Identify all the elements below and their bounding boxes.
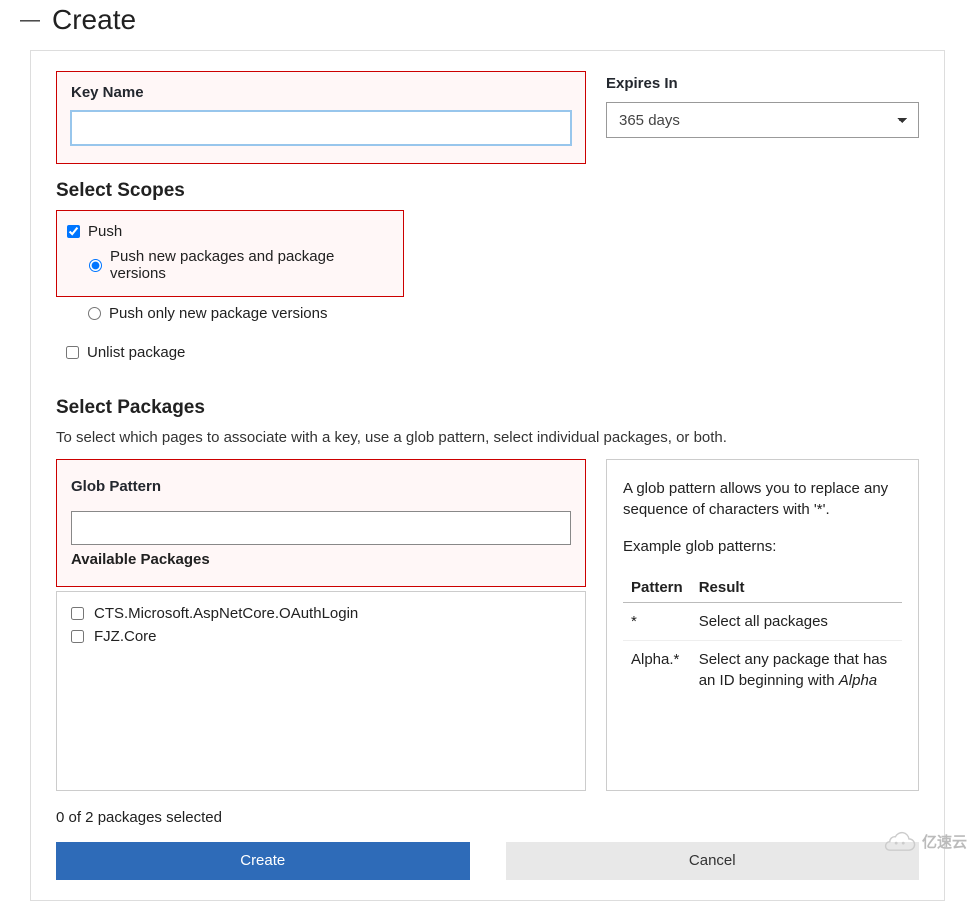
- available-packages-label: Available Packages: [71, 551, 571, 568]
- cell-result: Select any package that has an ID beginn…: [691, 640, 902, 699]
- glob-help-intro: A glob pattern allows you to replace any…: [623, 478, 902, 520]
- package-name: FJZ.Core: [94, 628, 157, 645]
- glob-pattern-label: Glob Pattern: [71, 478, 571, 495]
- unlist-label: Unlist package: [87, 344, 185, 361]
- package-item: CTS.Microsoft.AspNetCore.OAuthLogin: [71, 602, 571, 625]
- select-scopes-title: Select Scopes: [56, 180, 919, 202]
- glob-help-panel: A glob pattern allows you to replace any…: [606, 459, 919, 791]
- push-only-label: Push only new package versions: [109, 305, 327, 322]
- packages-selected-count: 0 of 2 packages selected: [56, 809, 919, 826]
- unlist-checkbox[interactable]: [66, 346, 79, 359]
- package-name: CTS.Microsoft.AspNetCore.OAuthLogin: [94, 605, 358, 622]
- package-checkbox[interactable]: [71, 607, 84, 620]
- expires-label: Expires In: [606, 75, 919, 92]
- push-only-radio[interactable]: [88, 307, 101, 320]
- glob-pattern-group: Glob Pattern Available Packages: [56, 459, 586, 587]
- cancel-button[interactable]: Cancel: [506, 842, 920, 880]
- cell-pattern: *: [623, 602, 691, 640]
- package-checkbox[interactable]: [71, 630, 84, 643]
- watermark: 亿速云: [882, 830, 967, 852]
- glob-help-example-label: Example glob patterns:: [623, 536, 902, 557]
- create-panel: Key Name Expires In 365 days Select Scop…: [30, 50, 945, 901]
- glob-pattern-table: Pattern Result * Select all packages Alp…: [623, 573, 902, 699]
- push-new-radio[interactable]: [89, 259, 102, 272]
- push-new-label: Push new packages and package versions: [110, 248, 393, 282]
- select-packages-desc: To select which pages to associate with …: [56, 427, 919, 449]
- table-row: Alpha.* Select any package that has an I…: [623, 640, 902, 699]
- table-row: * Select all packages: [623, 602, 902, 640]
- key-name-label: Key Name: [71, 84, 571, 101]
- scopes-highlight-box: Push Push new packages and package versi…: [56, 210, 404, 297]
- col-result: Result: [691, 573, 902, 603]
- page-title: Create: [52, 4, 136, 36]
- glob-pattern-input[interactable]: [71, 511, 571, 545]
- push-label: Push: [88, 223, 122, 240]
- available-packages-list: CTS.Microsoft.AspNetCore.OAuthLogin FJZ.…: [56, 591, 586, 791]
- cell-result: Select all packages: [691, 602, 902, 640]
- push-checkbox[interactable]: [67, 225, 80, 238]
- create-button[interactable]: Create: [56, 842, 470, 880]
- collapse-icon[interactable]: —: [20, 10, 40, 30]
- cell-pattern: Alpha.*: [623, 640, 691, 699]
- key-name-group: Key Name: [56, 71, 586, 164]
- select-packages-title: Select Packages: [56, 397, 919, 419]
- cloud-icon: [882, 830, 916, 852]
- expires-select[interactable]: 365 days: [606, 102, 919, 138]
- key-name-input[interactable]: [71, 111, 571, 145]
- package-item: FJZ.Core: [71, 625, 571, 648]
- col-pattern: Pattern: [623, 573, 691, 603]
- expires-group: Expires In 365 days: [606, 71, 919, 138]
